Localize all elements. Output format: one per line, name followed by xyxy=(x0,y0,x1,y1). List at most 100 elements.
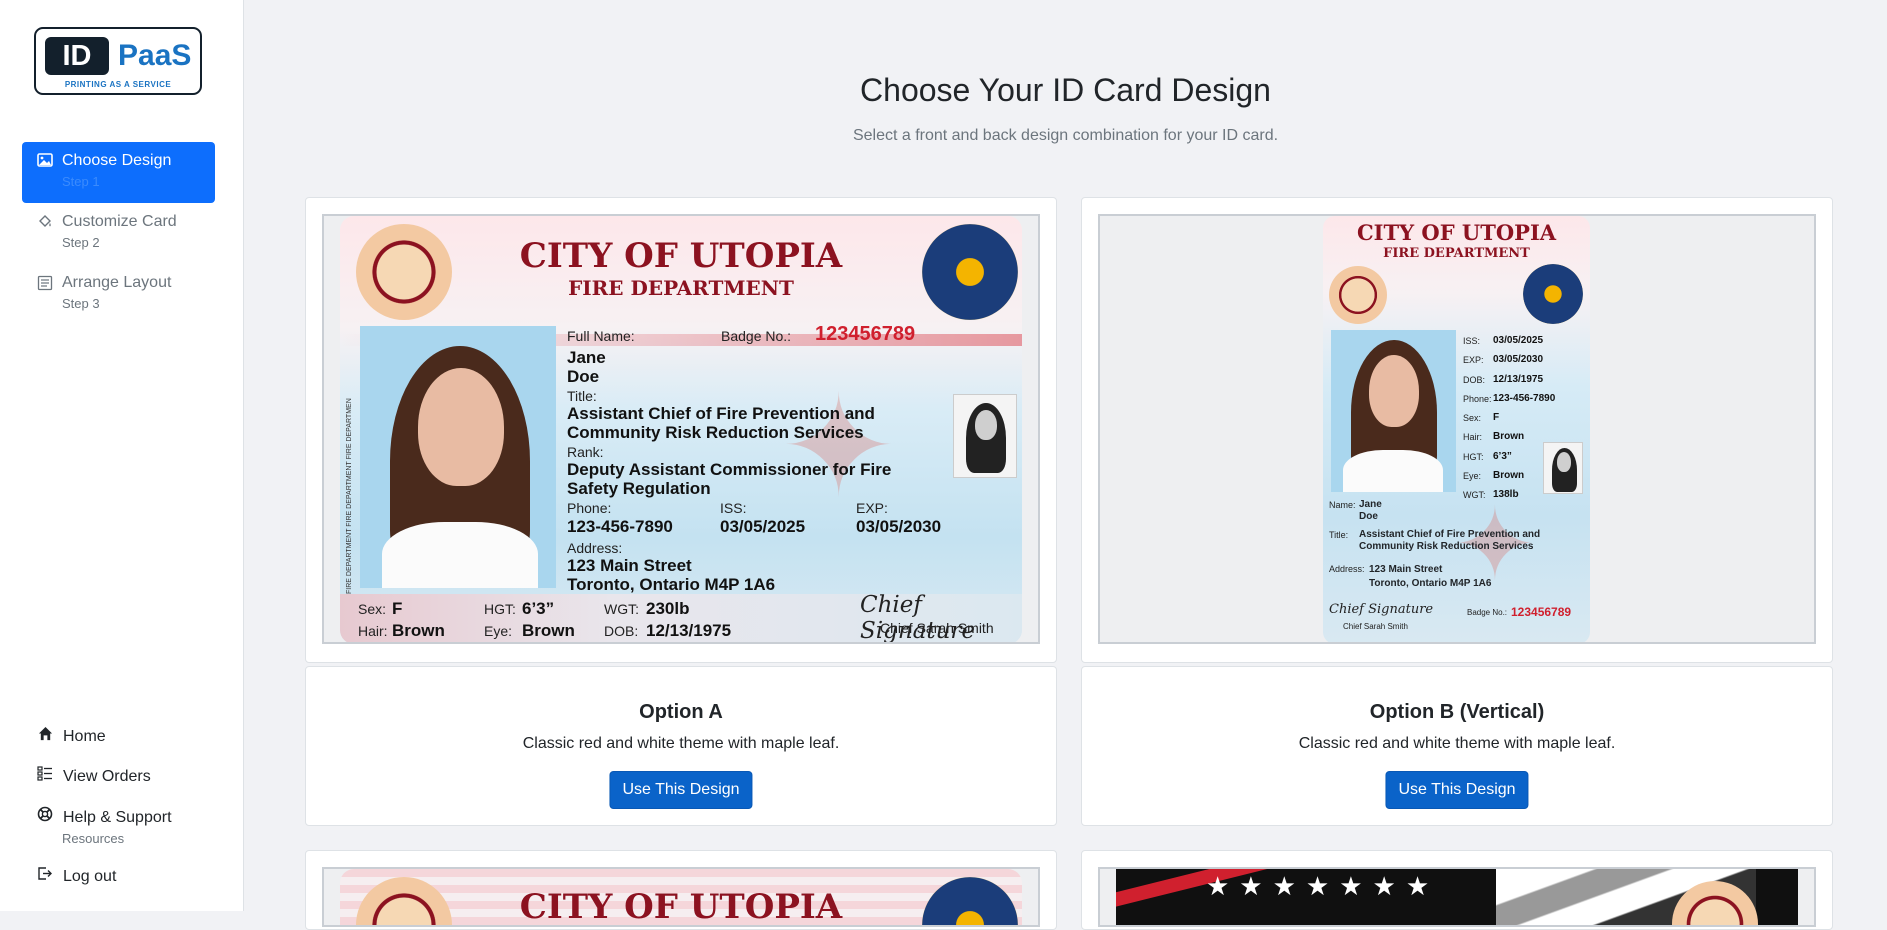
address-line-1: 123 Main Street xyxy=(567,556,692,575)
title-label: Title: xyxy=(567,388,597,404)
exp-label: EXP: xyxy=(856,500,888,516)
step-arrange-layout[interactable]: Arrange Layout Step 3 xyxy=(22,264,215,325)
address-label: Address: xyxy=(1329,564,1365,574)
design-card-b: Option B (Vertical) Classic red and whit… xyxy=(1081,666,1833,826)
chief-name: Chief Sarah Smith xyxy=(880,620,994,636)
eye-value: Brown xyxy=(522,621,575,640)
card-image-c: CITY OF UTOPIA xyxy=(322,867,1040,927)
card-image-d: ★★★★★★★ xyxy=(1098,867,1816,927)
nav-help-support[interactable]: Help & Support Resources xyxy=(36,806,172,846)
ghost-photo xyxy=(1543,442,1583,494)
nav-orders-label: View Orders xyxy=(63,768,151,785)
logout-icon xyxy=(36,866,54,884)
stars-icon: ★★★★★★★ xyxy=(1206,871,1440,901)
rank-line-2: Safety Regulation xyxy=(567,479,711,498)
card-b-department: FIRE DEPARTMENT xyxy=(1383,246,1530,261)
hgt-value: 6’3” xyxy=(522,599,555,618)
wgt-value: 230lb xyxy=(646,599,690,618)
logo-tagline: PRINTING AS A SERVICE xyxy=(64,80,172,89)
logo-id-text: ID xyxy=(45,37,109,75)
hair-value: Brown xyxy=(392,621,445,640)
phone-value: 123-456-7890 xyxy=(1493,392,1556,404)
fire-badge-icon xyxy=(1329,266,1387,324)
logo-paas-text: PaaS xyxy=(118,39,192,72)
address-line-2: Toronto, Ontario M4P 1A6 xyxy=(567,575,776,594)
wgt-label: WGT: xyxy=(604,601,639,617)
design-preview-c[interactable]: CITY OF UTOPIA xyxy=(305,850,1057,930)
address-line-1: 123 Main Street xyxy=(1369,564,1443,575)
nav-logout[interactable]: Log out xyxy=(36,866,116,886)
address-label: Address: xyxy=(567,540,623,556)
badge-number: 123456789 xyxy=(815,323,916,345)
nav-help-label: Help & Support xyxy=(63,809,172,826)
step-customize-card[interactable]: Customize Card Step 2 xyxy=(22,203,215,264)
iss-value: 03/05/2025 xyxy=(1493,335,1544,346)
dob-value: 12/13/1975 xyxy=(646,621,732,640)
use-design-a-button[interactable]: Use This Design xyxy=(609,771,753,809)
iss-label: ISS: xyxy=(1463,336,1481,346)
nav-home-label: Home xyxy=(63,728,106,745)
exp-value: 03/05/2030 xyxy=(856,517,942,536)
hgt-label: HGT: xyxy=(484,601,516,617)
design-title: Option B (Vertical) xyxy=(1369,701,1545,723)
cardholder-photo-b xyxy=(1331,330,1456,492)
dob-label: DOB: xyxy=(1463,374,1486,385)
nav-logout-label: Log out xyxy=(63,868,117,885)
sex-label: Sex: xyxy=(358,601,387,617)
card-image-b: ✦ CITY OF UTOPIA FIRE DEPARTMENT ISS: EX… xyxy=(1098,214,1816,644)
design-preview-d[interactable]: ★★★★★★★ xyxy=(1081,850,1833,930)
hair-label: Hair: xyxy=(1463,432,1483,443)
step-number: Step 1 xyxy=(62,174,100,189)
signature: Chief Signature xyxy=(1329,602,1434,617)
title-line-2: Community Risk Reduction Services xyxy=(567,423,864,442)
design-card-a: Option A Classic red and white theme wit… xyxy=(305,666,1057,826)
dob-value: 12/13/1975 xyxy=(1493,373,1544,385)
first-name: Jane xyxy=(567,348,606,367)
design-preview-b[interactable]: ✦ CITY OF UTOPIA FIRE DEPARTMENT ISS: EX… xyxy=(1081,197,1833,663)
sex-label: Sex: xyxy=(1463,413,1482,424)
step-label: Choose Design xyxy=(62,152,172,169)
title-line-2: Community Risk Reduction Services xyxy=(1359,541,1534,552)
image-icon xyxy=(37,153,53,170)
hair-label: Hair: xyxy=(358,623,388,639)
design-description: Classic red and white theme with maple l… xyxy=(522,735,840,752)
cardholder-photo xyxy=(360,326,556,588)
use-design-b-button[interactable]: Use This Design xyxy=(1385,771,1529,809)
step-number: Step 3 xyxy=(62,296,100,311)
card-b-title: Assistant Chief of Fire Prevention and Co… xyxy=(1359,529,1540,553)
chief-name: Chief Sarah Smith xyxy=(1343,622,1408,631)
title-label: Title: xyxy=(1329,530,1349,540)
step-choose-design[interactable]: Choose Design Step 1 xyxy=(22,142,215,203)
card-b-name: Jane Doe xyxy=(1359,499,1382,523)
nav-help-sublabel: Resources xyxy=(62,831,125,846)
design-preview-a[interactable]: ✦ CITY OF UTOPIA FIRE DEPARTMENT FIRE DE… xyxy=(305,197,1057,663)
card-department: FIRE DEPARTMENT xyxy=(568,276,794,300)
card-b-field-labels: ISS: EXP: DOB: Phone: Sex: Hair: HGT: Ey… xyxy=(1463,332,1492,506)
badge-label: Badge No.: xyxy=(721,328,792,344)
paint-bucket-icon xyxy=(37,214,53,233)
id-card-horizontal: ✦ CITY OF UTOPIA FIRE DEPARTMENT FIRE DE… xyxy=(340,216,1022,642)
life-ring-icon xyxy=(36,806,54,825)
last-name: Doe xyxy=(1359,511,1378,522)
rank-label: Rank: xyxy=(567,444,604,460)
step-label: Arrange Layout xyxy=(62,274,172,291)
rank-line-1: Deputy Assistant Commissioner for Fire xyxy=(567,460,892,479)
card-b-address: 123 Main Street Toronto, Ontario M4P 1A6 xyxy=(1369,563,1491,591)
sidebar: ID PaaS PRINTING AS A SERVICE Choose Des… xyxy=(0,0,244,911)
nav-view-orders[interactable]: View Orders xyxy=(36,766,151,786)
card-b-city-title: CITY OF UTOPIA xyxy=(1356,220,1557,245)
eye-label: Eye: xyxy=(1463,471,1482,482)
iss-value: 03/05/2025 xyxy=(720,517,806,536)
step-label: Customize Card xyxy=(62,213,177,230)
design-description: Classic red and white theme with maple l… xyxy=(1298,735,1616,752)
page-subtitle: Select a front and back design combinati… xyxy=(852,127,1279,144)
sex-value: F xyxy=(1493,412,1500,424)
nav-home[interactable]: Home xyxy=(36,726,106,746)
iss-label: ISS: xyxy=(720,500,747,516)
id-card-vertical: ✦ CITY OF UTOPIA FIRE DEPARTMENT ISS: EX… xyxy=(1323,216,1590,642)
brand-logo[interactable]: ID PaaS PRINTING AS A SERVICE xyxy=(34,27,202,95)
badge-number: 123456789 xyxy=(1511,605,1572,619)
hgt-label: HGT: xyxy=(1463,451,1484,462)
title-line-1: Assistant Chief of Fire Prevention and xyxy=(567,404,875,423)
step-number: Step 2 xyxy=(62,235,100,250)
